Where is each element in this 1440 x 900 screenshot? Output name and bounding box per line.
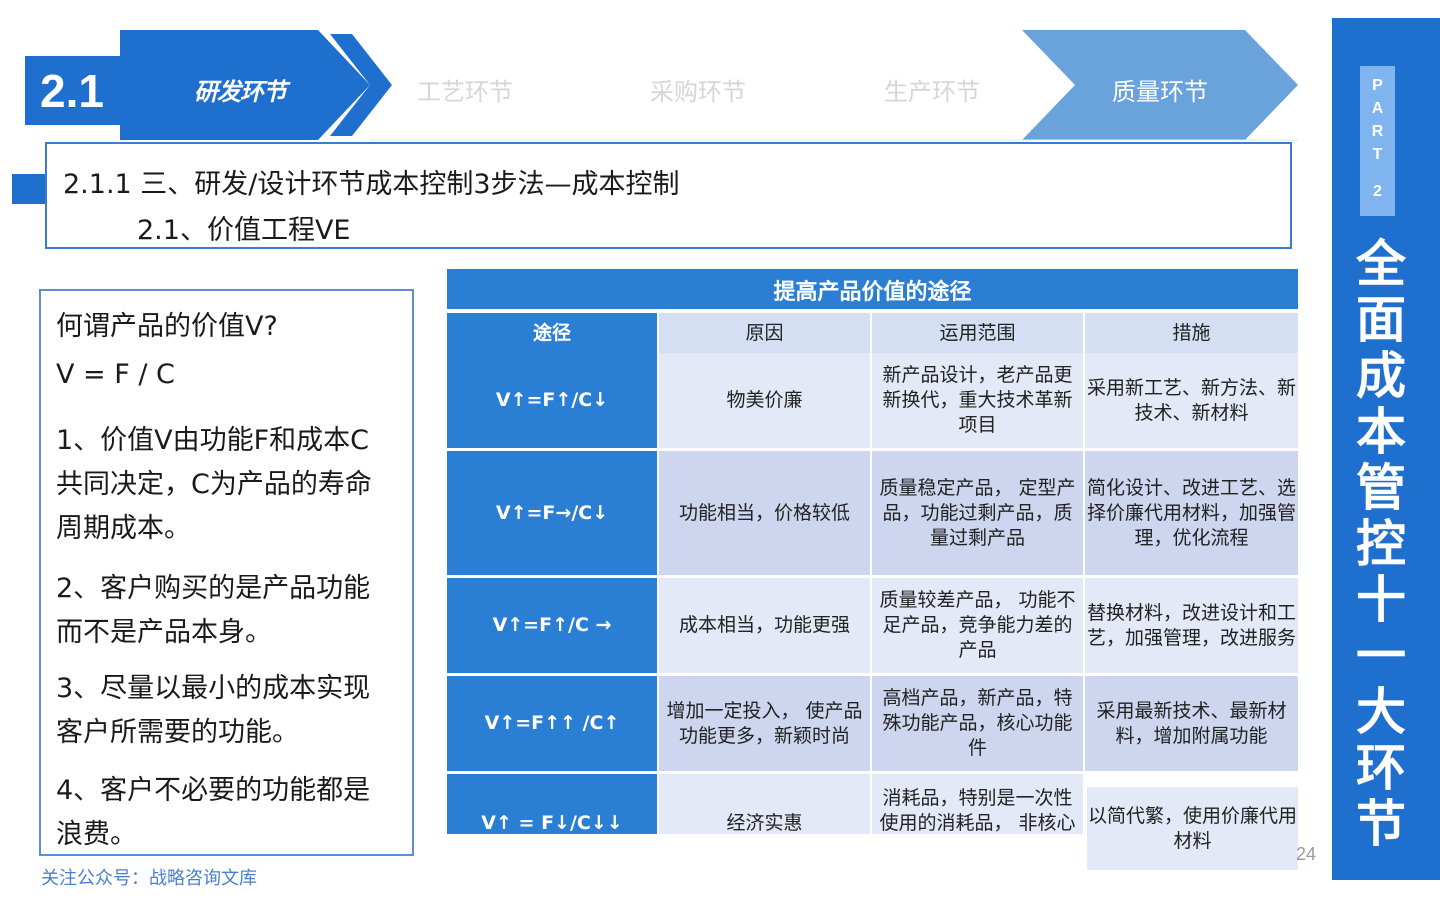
table-cell-scope: 新产品设计，老产品更新换代，重大技术革新项目 bbox=[872, 353, 1085, 451]
point-2: 2、客户购买的是产品功能而不是产品本身。 bbox=[56, 573, 371, 648]
table-row-method: V↑ = F↓/C↓↓ bbox=[447, 774, 659, 834]
table-cell-reason: 功能相当，价格较低 bbox=[659, 451, 872, 578]
chapter-title-vertical: 全 面 成 本 管 控 十 一 大 环 节 bbox=[1356, 235, 1406, 853]
value-definition-panel: 何谓产品的价值V? V = F / C 1、价值V由功能F和成本C共同决定，C为… bbox=[39, 289, 414, 856]
part-label: P A R T 2 bbox=[1360, 66, 1395, 216]
table-cell-scope: 质量较差产品， 功能不足产品，竞争能力差的产品 bbox=[872, 578, 1085, 676]
table-cell-reason: 增加一定投入， 使产品功能更多，新颖时尚 bbox=[659, 676, 872, 774]
title-box: 2.1.1 三、研发/设计环节成本控制3步法—成本控制 2.1、价值工程VE bbox=[45, 142, 1292, 249]
table-row-method: V↑=F↑/C↓ bbox=[447, 353, 659, 451]
step-process[interactable]: 工艺环节 bbox=[395, 74, 535, 110]
table-cell-measure: 简化设计、改进工艺、选择价廉代用材料，加强管理，优化流程 bbox=[1085, 451, 1298, 578]
page-title: 2.1.1 三、研发/设计环节成本控制3步法—成本控制 bbox=[63, 169, 680, 200]
table-row-method: V↑=F↑/C → bbox=[447, 578, 659, 676]
value-question: 何谓产品的价值V? bbox=[56, 311, 278, 342]
page-number: 24 bbox=[1296, 844, 1317, 864]
table-cell-measure: 采用最新技术、最新材料，增加附属功能 bbox=[1085, 676, 1298, 774]
table-header: 运用范围 bbox=[872, 313, 1085, 353]
point-1: 1、价值V由功能F和成本C共同决定，C为产品的寿命周期成本。 bbox=[56, 425, 372, 544]
table-cell-reason: 物美价廉 bbox=[659, 353, 872, 451]
section-number: 2.1 bbox=[40, 65, 104, 117]
table-cell-scope: 高档产品，新产品，特殊功能产品，核心功能件 bbox=[872, 676, 1085, 774]
table-cell-reason: 成本相当，功能更强 bbox=[659, 578, 872, 676]
table-row-method: V↑=F↑↑ /C↑ bbox=[447, 676, 659, 774]
step-quality[interactable]: 质量环节 bbox=[1090, 74, 1230, 110]
value-improvement-table: 提高产品价值的途径 途径 原因 运用范围 措施 V↑=F↑/C↓ 物美价廉 新产… bbox=[447, 269, 1298, 834]
table-cell-reason: 经济实惠 bbox=[659, 774, 872, 834]
step-rd[interactable]: 研发环节 bbox=[170, 74, 310, 110]
table-cell-scope: 质量稳定产品， 定型产品，功能过剩产品，质量过剩产品 bbox=[872, 451, 1085, 578]
table-row-method: V↑=F→/C↓ bbox=[447, 451, 659, 578]
table-title: 提高产品价值的途径 bbox=[447, 269, 1298, 309]
table-cell-measure: 以简代繁，使用价廉代用材料 bbox=[1087, 787, 1298, 870]
footer-note: 关注公众号：战略咨询文库 bbox=[41, 868, 257, 889]
process-nav bbox=[25, 30, 1298, 141]
point-4: 4、客户不必要的功能都是浪费。 bbox=[56, 775, 371, 850]
table-header: 原因 bbox=[659, 313, 872, 353]
point-3: 3、尽量以最小的成本实现客户所需要的功能。 bbox=[56, 673, 371, 748]
table-header: 措施 bbox=[1085, 313, 1298, 353]
table-header: 途径 bbox=[447, 313, 659, 353]
step-production[interactable]: 生产环节 bbox=[862, 74, 1002, 110]
title-accent-bar bbox=[12, 174, 48, 204]
page-subtitle: 2.1、价值工程VE bbox=[137, 215, 351, 246]
step-purchasing[interactable]: 采购环节 bbox=[628, 74, 768, 110]
table-cell-scope: 消耗品，特别是一次性使用的消耗品， 非核心 bbox=[872, 774, 1085, 834]
table-cell-measure: 采用新工艺、新方法、新技术、新材料 bbox=[1085, 353, 1298, 451]
table-cell-measure: 替换材料，改进设计和工艺，加强管理，改进服务 bbox=[1085, 578, 1298, 676]
value-formula: V = F / C bbox=[56, 359, 175, 390]
